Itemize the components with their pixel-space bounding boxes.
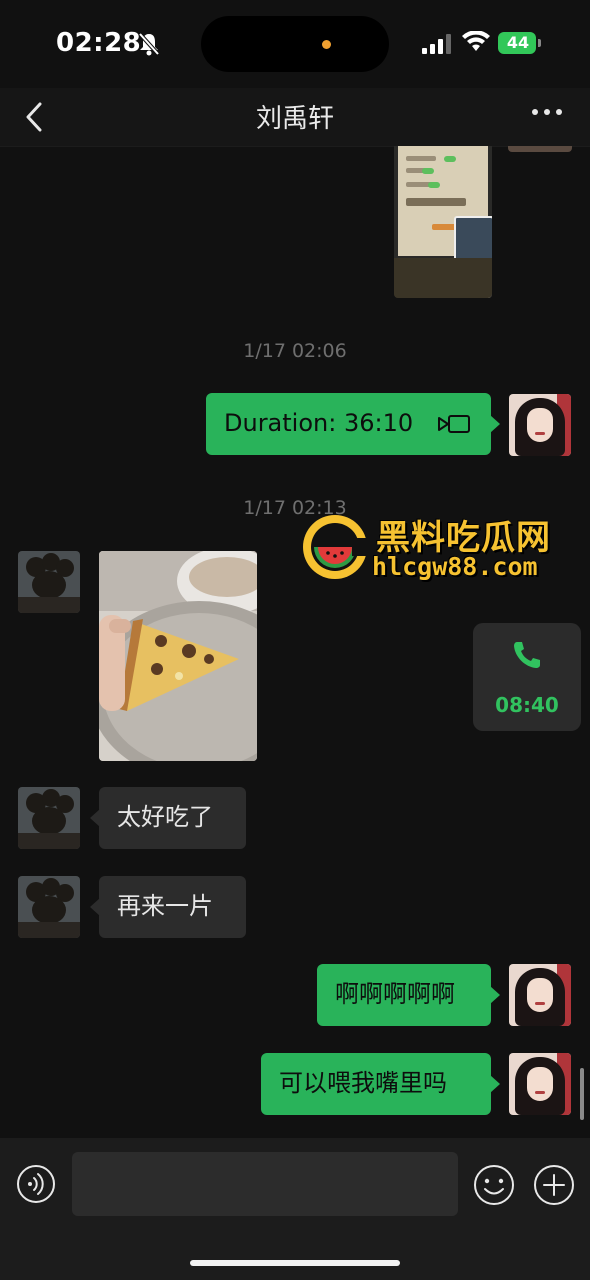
header-divider — [0, 146, 590, 147]
message-input[interactable] — [72, 1152, 458, 1216]
video-camera-icon — [437, 415, 470, 433]
battery-percent: 44 — [506, 33, 530, 52]
image-message-pizza[interactable] — [99, 551, 257, 761]
dynamic-island — [201, 16, 389, 72]
text-message-outgoing[interactable]: 可以喂我嘴里吗 — [261, 1053, 500, 1115]
avatar-contact[interactable] — [18, 876, 80, 938]
screenshot-toggle — [428, 182, 440, 188]
watermelon-logo-icon — [303, 515, 370, 579]
chat-title: 刘禹轩 — [255, 104, 334, 134]
home-indicator[interactable] — [190, 1260, 400, 1266]
message-text: 太好吃了 — [117, 803, 213, 831]
watermark-overlay: 黑料吃瓜网 hlcgw88.com — [300, 508, 580, 588]
text-message-incoming[interactable]: 再来一片 — [90, 876, 246, 938]
screenshot-row — [406, 156, 436, 161]
avatar-contact[interactable] — [18, 787, 80, 849]
screenshot-button — [432, 224, 456, 230]
phone-icon — [514, 642, 540, 668]
avatar-self[interactable] — [509, 964, 571, 1026]
battery-cap — [538, 39, 541, 47]
image-message-screenshot[interactable] — [394, 146, 492, 298]
emoji-icon[interactable] — [473, 1164, 515, 1206]
bell-slash-icon — [138, 32, 160, 56]
avatar-self[interactable] — [509, 1053, 571, 1115]
status-time: 02:28 — [56, 28, 142, 58]
scrollbar[interactable] — [580, 1068, 584, 1120]
plus-icon[interactable] — [533, 1164, 575, 1206]
wifi-icon — [462, 31, 490, 51]
chat-screen: 02:28 44 刘禹轩 1/17 02:06 Duration: 36:10 … — [0, 0, 590, 1280]
more-dots-icon[interactable] — [530, 106, 564, 118]
screenshot-footer — [394, 258, 492, 298]
privacy-indicator-dot — [322, 40, 331, 49]
message-timestamp: 1/17 02:06 — [243, 340, 347, 362]
text-message-incoming[interactable]: 太好吃了 — [90, 787, 246, 849]
voice-icon[interactable] — [16, 1164, 56, 1204]
text-message-outgoing[interactable]: 啊啊啊啊啊 — [317, 964, 500, 1026]
video-call-bubble[interactable]: Duration: 36:10 — [206, 393, 500, 455]
video-call-duration: Duration: 36:10 — [224, 409, 414, 437]
message-text: 再来一片 — [117, 892, 213, 920]
voice-call-card[interactable]: 08:40 — [473, 623, 581, 731]
message-text: 啊啊啊啊啊 — [335, 980, 455, 1008]
pizza-photo — [99, 551, 257, 761]
chat-header: 刘禹轩 — [0, 88, 590, 146]
screenshot-row — [406, 198, 466, 206]
battery-icon: 44 — [498, 32, 542, 54]
avatar-contact[interactable] — [18, 551, 80, 613]
watermark-url: hlcgw88.com — [372, 552, 538, 581]
status-bar: 02:28 44 — [0, 0, 590, 88]
input-bar — [0, 1138, 590, 1280]
signal-icon — [422, 34, 451, 54]
screenshot-toggle — [422, 168, 434, 174]
avatar-self[interactable] — [509, 394, 571, 456]
message-text: 可以喂我嘴里吗 — [279, 1069, 447, 1097]
call-duration: 08:40 — [495, 693, 559, 717]
avatar-self-peek — [508, 146, 572, 152]
screenshot-toggle — [444, 156, 456, 162]
